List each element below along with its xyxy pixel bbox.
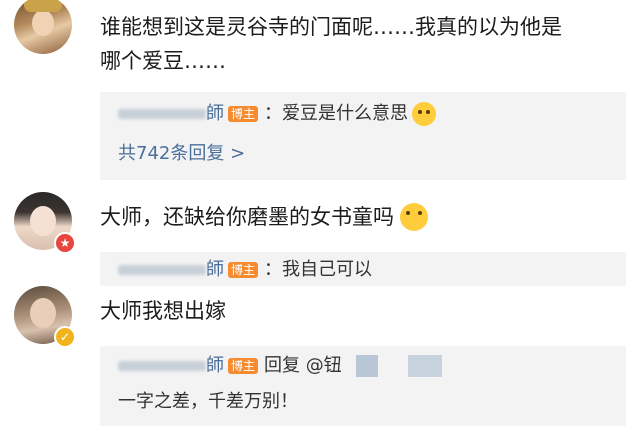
reply-line: 師 博主 ： 爱豆是什么意思 [118,100,437,128]
blogger-tag: 博主 [228,262,259,278]
reply-box[interactable]: 師 博主 回复 @钮 一字之差，千差万别！ [100,346,626,426]
avatar[interactable] [14,0,72,54]
reply-colon: ： [264,103,283,124]
reply-line: 師 博主 ： 我自己可以 [118,256,372,284]
comment-text: 大师我想出嫁 [100,294,626,328]
verified-badge-icon: ✓ [54,326,76,348]
comment-item: 谁能想到这是灵谷寺的门面呢……我真的以为他是 哪个爱豆…… 師 博主 ： 爱豆是… [0,0,640,186]
reply-colon: ： [264,259,283,280]
blurred-mention [407,355,442,377]
reply-line: 一字之差，千差万别！ [118,388,298,416]
reply-text: 爱豆是什么意思 [282,103,409,124]
comment-text-line: 哪个爱豆…… [100,49,226,73]
comment-text: 谁能想到这是灵谷寺的门面呢……我真的以为他是 哪个爱豆…… [100,10,626,78]
smiling-blush-emoji [400,203,428,231]
blurred-mention [355,355,378,377]
comment-text-line: 大师我想出嫁 [100,299,226,323]
reply-box[interactable]: 師 博主 ： 我自己可以 [100,252,626,286]
reply-username[interactable]: 師 [206,256,224,284]
comment-item: ✓ 大师我想出嫁 師 博主 回复 @钮 一字之差，千差万别！ [0,282,640,426]
reply-box[interactable]: 師 博主 ： 爱豆是什么意思 共742条回复 > [100,92,626,180]
more-replies-link[interactable]: 共742条回复 > [118,140,245,168]
avatar[interactable]: ✓ [14,286,76,348]
comment-text-line: 谁能想到这是灵谷寺的门面呢……我真的以为他是 [100,15,562,39]
comment-text-line: 大师，还缺给你磨墨的女书童吗 [100,205,394,229]
avatar[interactable]: ★ [14,192,76,254]
thinking-face-emoji [412,102,437,126]
reply-username[interactable]: 師 [206,100,224,128]
comment-item: ★ 大师，还缺给你磨墨的女书童吗 師 博主 ： 我自己可以 [0,186,640,286]
reply-text: 一字之差，千差万别！ [118,391,298,412]
reply-text: 回复 @钮 [264,355,342,376]
blurred-username [118,361,206,371]
blogger-tag: 博主 [228,358,259,374]
reply-text: 我自己可以 [282,259,373,280]
verified-badge-icon: ★ [54,232,76,254]
reply-line: 師 博主 回复 @钮 [118,352,442,380]
blurred-username [118,109,206,119]
blurred-username [118,265,206,275]
blogger-tag: 博主 [228,106,259,122]
comment-text: 大师，还缺给你磨墨的女书童吗 [100,200,626,234]
reply-username[interactable]: 師 [206,352,224,380]
